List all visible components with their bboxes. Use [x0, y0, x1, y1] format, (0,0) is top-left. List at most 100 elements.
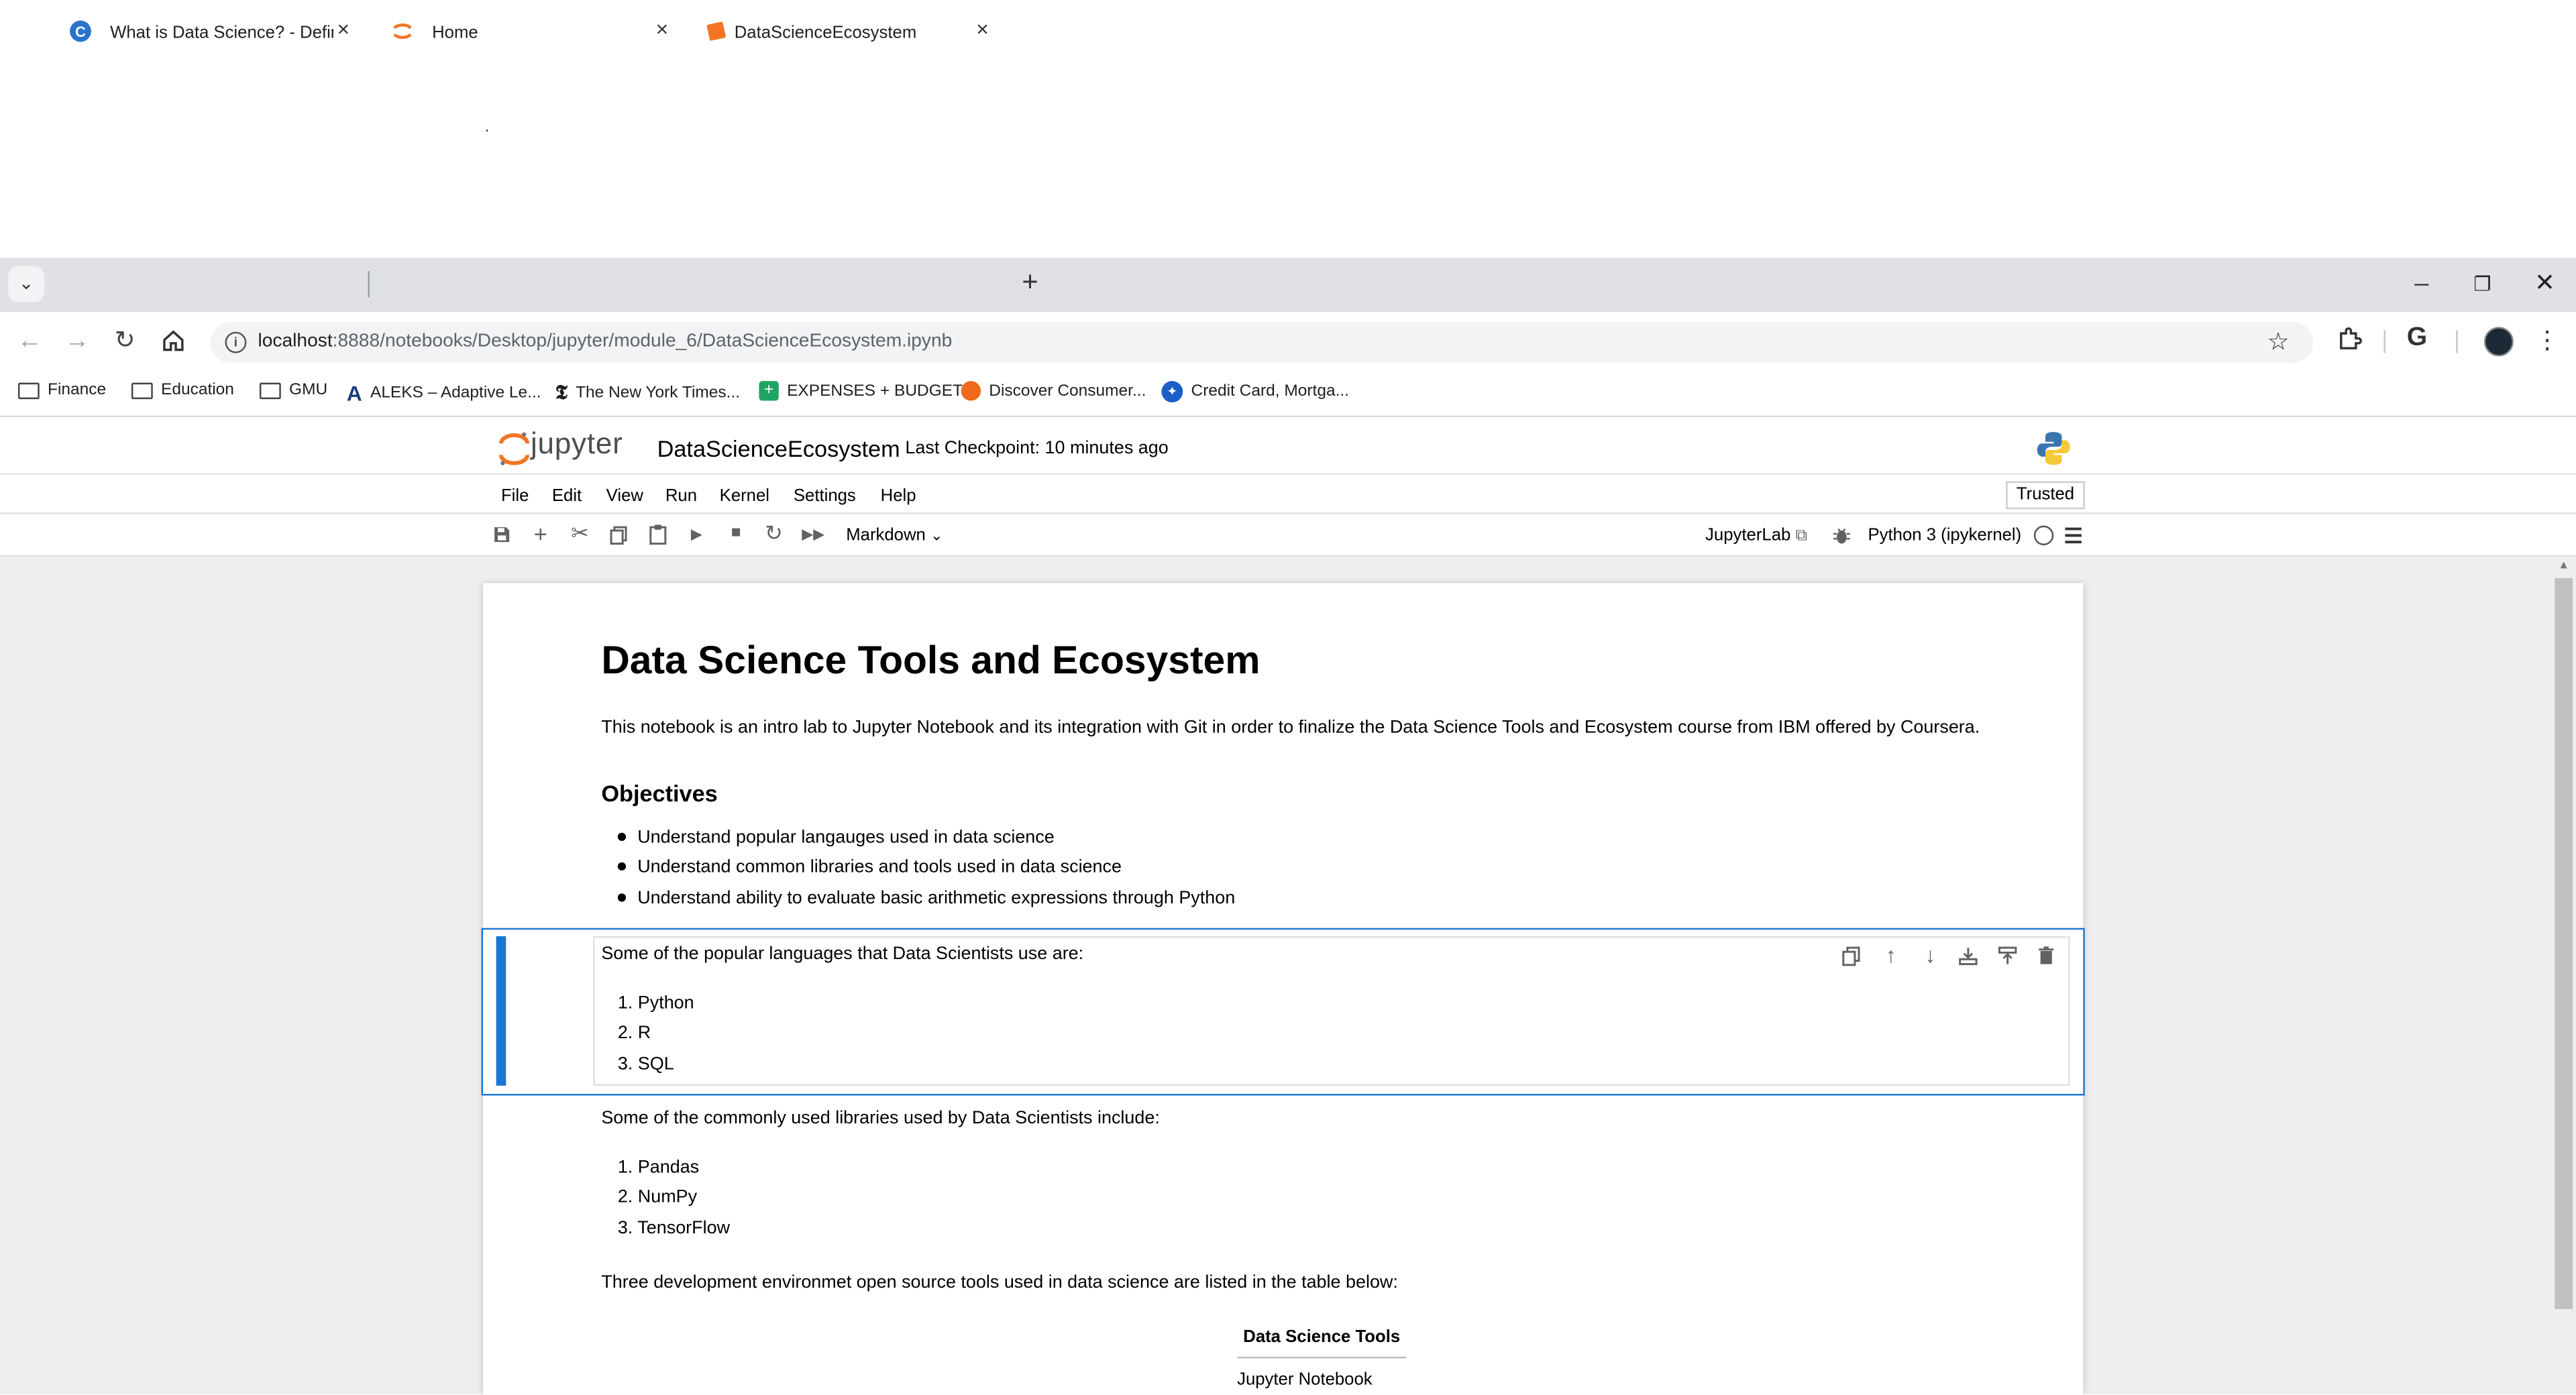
- bookmark-star-icon[interactable]: ☆: [2267, 327, 2290, 357]
- jupyter-header: [0, 418, 2576, 475]
- google-icon[interactable]: G: [2407, 323, 2427, 353]
- objectives-list: Understand popular langauges used in dat…: [617, 826, 1235, 916]
- folder-icon: [259, 382, 281, 398]
- folder-icon: [131, 382, 153, 398]
- languages-list: 1. Python 2. R 3. SQL: [618, 992, 694, 1082]
- run-icon[interactable]: ▶: [685, 522, 708, 545]
- bookmark-aleks[interactable]: A ALEKS – Adaptive Le...: [347, 381, 541, 406]
- insert-above-icon[interactable]: [1998, 946, 2017, 966]
- restart-run-all-icon[interactable]: ▶▶: [802, 522, 824, 545]
- menu-view[interactable]: View: [606, 486, 643, 506]
- move-up-icon[interactable]: ↑: [1880, 944, 1902, 967]
- cell-collapser[interactable]: [496, 936, 506, 1086]
- restart-icon[interactable]: ↻: [762, 522, 785, 545]
- minimize-icon[interactable]: ─: [2405, 270, 2438, 299]
- close-window-icon[interactable]: ✕: [2528, 270, 2561, 299]
- menu-file[interactable]: File: [501, 486, 529, 506]
- tab-what-is-data-science[interactable]: C What is Data Science? - Definin ×: [49, 8, 361, 54]
- bookmark-label: GMU: [289, 381, 328, 400]
- libraries-intro: Some of the commonly used libraries used…: [601, 1109, 1160, 1129]
- list-item: 3. SQL: [617, 1054, 674, 1074]
- bookmark-discover[interactable]: Discover Consumer...: [961, 381, 1146, 401]
- coursera-icon: C: [70, 20, 91, 42]
- bookmark-education[interactable]: Education: [131, 381, 234, 399]
- close-tab-icon[interactable]: ×: [651, 17, 674, 41]
- python-logo-icon: [2037, 432, 2070, 465]
- menu-kernel[interactable]: Kernel: [720, 486, 769, 506]
- restore-icon[interactable]: ❐: [2466, 270, 2499, 299]
- jupyter-icon: [393, 23, 412, 40]
- url-host: localhost: [258, 331, 333, 352]
- new-tab-button[interactable]: +: [1014, 266, 1046, 299]
- svg-text:C: C: [75, 23, 86, 40]
- duplicate-cell-icon[interactable]: [1841, 946, 1861, 968]
- move-down-icon[interactable]: ↓: [1919, 944, 1941, 967]
- bookmark-gmu[interactable]: GMU: [259, 381, 328, 400]
- url-text[interactable]: localhost:8888/notebooks/Desktop/jupyter…: [258, 332, 952, 351]
- insert-below-icon[interactable]: [1958, 946, 1978, 966]
- nyt-icon: 𝕿: [555, 381, 568, 404]
- list-item: 2. R: [617, 1023, 651, 1044]
- jupyter-logo[interactable]: jupyter: [498, 427, 645, 467]
- table-cell: Jupyter Notebook: [1237, 1370, 1373, 1390]
- hamburger-menu-icon[interactable]: [2063, 526, 2083, 545]
- tab-search-button[interactable]: ⌄: [8, 266, 45, 302]
- chevron-down-icon: ⌄: [930, 527, 943, 544]
- menu-run[interactable]: Run: [665, 486, 697, 506]
- objectives-heading: Objectives: [601, 780, 718, 807]
- debugger-icon[interactable]: [1832, 526, 1851, 545]
- tab-title: What is Data Science? - Definin: [110, 23, 334, 43]
- bookmark-label: ALEKS – Adaptive Le...: [370, 384, 541, 403]
- scroll-up-arrow[interactable]: ▲: [2555, 560, 2573, 576]
- folder-icon: [17, 382, 40, 398]
- bookmark-credit-card[interactable]: ✦ Credit Card, Mortga...: [1161, 381, 1349, 403]
- open-jupyterlab-link[interactable]: JupyterLab ⧉: [1705, 526, 1807, 545]
- paste-icon[interactable]: [649, 524, 667, 545]
- bookmark-nyt[interactable]: 𝕿 The New York Times...: [555, 381, 740, 406]
- bookmark-label: The New York Times...: [576, 384, 741, 403]
- list-item: Understand ability to evaluate basic ari…: [617, 886, 1235, 916]
- kernel-name[interactable]: Python 3 (ipykernel): [1868, 526, 2022, 545]
- scrollbar-thumb[interactable]: [2555, 578, 2573, 1309]
- stray-dot: .: [484, 118, 490, 137]
- menu-edit[interactable]: Edit: [552, 486, 582, 506]
- intro-paragraph: This notebook is an intro lab to Jupyter…: [601, 718, 1980, 738]
- bookmark-expenses[interactable]: + EXPENSES + BUDGET: [759, 381, 963, 401]
- forward-icon[interactable]: →: [61, 325, 94, 358]
- bookmark-finance[interactable]: Finance: [17, 381, 106, 399]
- close-tab-icon[interactable]: ×: [332, 17, 355, 41]
- kernel-status-icon: [2033, 525, 2054, 546]
- cut-icon[interactable]: ✂: [568, 522, 591, 545]
- notebook-title[interactable]: DataScienceEcosystem: [657, 435, 900, 461]
- jupyter-wordmark: jupyter: [531, 427, 623, 460]
- jupyter-logo-icon: [499, 432, 530, 465]
- reload-icon[interactable]: ↻: [109, 325, 142, 358]
- close-tab-icon[interactable]: ×: [971, 17, 994, 41]
- credit-karma-icon: ✦: [1161, 381, 1183, 403]
- list-item: 1. Pandas: [617, 1158, 700, 1178]
- toolbar-separator: [2383, 330, 2385, 353]
- back-icon[interactable]: ←: [13, 325, 46, 358]
- tab-home[interactable]: Home ×: [371, 8, 686, 54]
- home-icon[interactable]: [161, 329, 186, 353]
- menu-help[interactable]: Help: [881, 486, 916, 506]
- tab-datascienceecosystem[interactable]: DataScienceEcosystem ×: [692, 8, 1006, 54]
- extensions-icon[interactable]: [2334, 325, 2364, 355]
- jupyter-menubar: [0, 474, 2576, 514]
- insert-cell-icon[interactable]: +: [529, 522, 552, 545]
- browser-menu-icon[interactable]: ⋮: [2535, 325, 2560, 355]
- profile-avatar[interactable]: [2483, 327, 2514, 357]
- trusted-indicator[interactable]: Trusted: [2006, 481, 2085, 510]
- toolbar-separator: [2456, 330, 2458, 353]
- cell-type-select[interactable]: Markdown ⌄: [846, 526, 943, 545]
- copy-icon[interactable]: [610, 526, 628, 545]
- menu-settings[interactable]: Settings: [794, 486, 856, 506]
- site-info-icon[interactable]: i: [225, 331, 247, 353]
- delete-cell-icon[interactable]: [2037, 946, 2055, 966]
- save-icon[interactable]: [493, 526, 511, 544]
- screen: . ⌄ C What is Data Science? - Definin × …: [0, 0, 2576, 1395]
- aleks-icon: A: [346, 381, 362, 406]
- bookmark-label: Discover Consumer...: [989, 382, 1146, 400]
- stop-icon[interactable]: ■: [724, 522, 747, 545]
- list-item: Understand popular langauges used in dat…: [617, 826, 1235, 856]
